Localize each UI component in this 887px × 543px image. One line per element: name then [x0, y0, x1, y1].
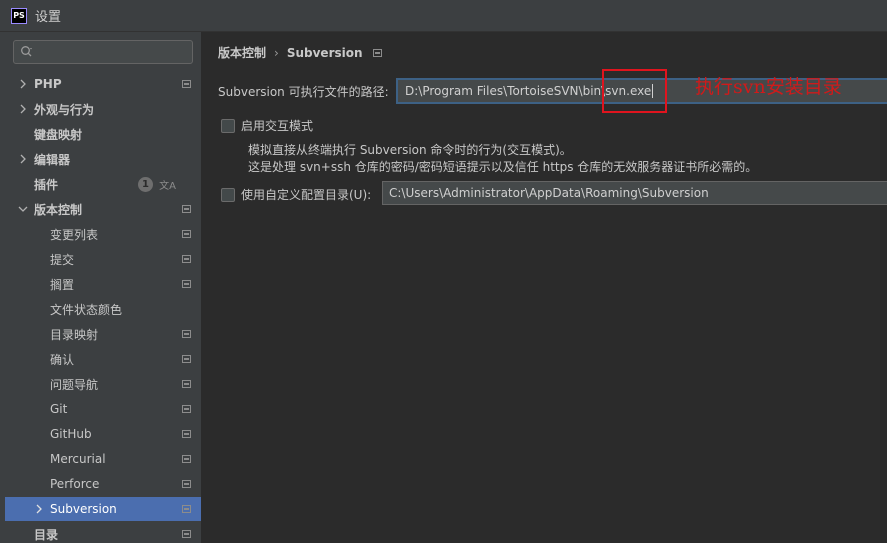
sidebar-item-file-status-colors[interactable]: 文件状态颜色: [5, 297, 201, 321]
custom-config-row[interactable]: 使用自定义配置目录(U):: [221, 186, 371, 203]
annotation-text: 执行svn安装目录: [695, 76, 842, 98]
project-scope-icon: [372, 48, 382, 57]
sidebar-item-git[interactable]: Git: [5, 397, 201, 421]
breadcrumb-separator: ›: [274, 45, 279, 60]
sidebar-item-directory-mappings[interactable]: 目录映射: [5, 322, 201, 346]
project-scope-icon: [182, 255, 191, 263]
project-scope-icon: [182, 505, 191, 513]
sidebar-item-label: 外观与行为: [34, 102, 95, 117]
sidebar-item-label: Mercurial: [50, 452, 106, 466]
sidebar-item-label: 插件: [34, 177, 59, 192]
sidebar-item-label: 键盘映射: [34, 127, 83, 142]
sidebar-item-editor[interactable]: 编辑器: [5, 147, 201, 171]
sidebar-item-label: 问题导航: [50, 377, 99, 392]
custom-config-checkbox[interactable]: [221, 187, 235, 202]
sidebar-item-label: Perforce: [50, 477, 100, 491]
project-scope-icon: [182, 455, 191, 463]
sidebar-item-perforce[interactable]: Perforce: [5, 472, 201, 496]
sidebar-item-label: 目录: [34, 527, 59, 542]
sidebar-item-github[interactable]: GitHub: [5, 422, 201, 446]
sidebar-item-plugins[interactable]: 插件 1 文A: [5, 172, 201, 196]
custom-config-label: 使用自定义配置目录(U):: [241, 188, 372, 202]
title-bar: PS 设置: [0, 0, 887, 32]
project-scope-icon: [182, 280, 191, 288]
interactive-mode-label: 启用交互模式: [241, 119, 314, 133]
sidebar-item-label: PHP: [34, 77, 62, 91]
project-scope-icon: [182, 205, 191, 213]
phpstorm-app-icon: PS: [11, 7, 27, 24]
sidebar-item-label: 版本控制: [34, 202, 83, 217]
sidebar-item-version-control[interactable]: 版本控制: [5, 197, 201, 221]
sidebar-item-label: 变更列表: [50, 227, 99, 242]
interactive-mode-checkbox[interactable]: [221, 118, 235, 133]
sidebar-item-mercurial[interactable]: Mercurial: [5, 447, 201, 471]
sidebar-item-changelists[interactable]: 变更列表: [5, 222, 201, 246]
search-icon: [17, 42, 37, 62]
chevron-right-icon[interactable]: [18, 104, 28, 114]
custom-config-value: C:\Users\Administrator\AppData\Roaming\S…: [389, 186, 709, 200]
interactive-mode-description-1: 模拟直接从终端执行 Subversion 命令时的行为(交互模式)。: [248, 143, 572, 157]
sidebar-item-label: Subversion: [50, 502, 117, 516]
sidebar-item-label: 提交: [50, 252, 75, 267]
interactive-mode-description-2: 这是处理 svn+ssh 仓库的密码/密码短语提示以及信任 https 仓库的无…: [248, 160, 758, 174]
translate-icon: 文A: [159, 180, 176, 192]
sidebar-item-label: 搁置: [50, 277, 75, 292]
project-scope-icon: [182, 405, 191, 413]
project-scope-icon: [182, 480, 191, 488]
sidebar-item-label: 编辑器: [34, 152, 71, 167]
interactive-mode-row[interactable]: 启用交互模式: [221, 117, 313, 134]
window-title: 设置: [35, 10, 62, 25]
breadcrumb-current: Subversion: [286, 45, 363, 60]
breadcrumb-parent[interactable]: 版本控制: [218, 44, 266, 61]
settings-content-panel: 版本控制 › Subversion Subversion 可执行文件的路径: D…: [201, 32, 887, 543]
sidebar-item-label: 确认: [50, 352, 75, 367]
settings-sidebar: PHP 外观与行为 键盘映射 编辑器 插件 1 文A 版本控制 变更列表 提交 …: [0, 32, 201, 543]
project-scope-icon: [182, 380, 191, 388]
sidebar-item-confirmation[interactable]: 确认: [5, 347, 201, 371]
project-scope-icon: [182, 230, 191, 238]
project-scope-icon: [182, 530, 191, 538]
sidebar-item-label: GitHub: [50, 427, 92, 441]
sidebar-item-commit[interactable]: 提交: [5, 247, 201, 271]
custom-config-input[interactable]: C:\Users\Administrator\AppData\Roaming\S…: [382, 181, 887, 205]
chevron-right-icon[interactable]: [34, 504, 44, 514]
settings-search-input[interactable]: [13, 40, 193, 64]
sidebar-item-issue-navigation[interactable]: 问题导航: [5, 372, 201, 396]
sidebar-item-label: Git: [50, 402, 68, 416]
sidebar-item-appearance[interactable]: 外观与行为: [5, 97, 201, 121]
breadcrumb: 版本控制 › Subversion: [218, 44, 382, 61]
chevron-down-icon[interactable]: [18, 204, 28, 214]
project-scope-icon: [182, 430, 191, 438]
sidebar-item-subversion[interactable]: Subversion: [5, 497, 201, 521]
svn-path-label: Subversion 可执行文件的路径:: [218, 85, 389, 99]
sidebar-item-php[interactable]: PHP: [5, 72, 201, 96]
sidebar-item-shelf[interactable]: 搁置: [5, 272, 201, 296]
annotation-highlight-box: [602, 69, 667, 113]
update-count-badge: 1: [138, 176, 153, 192]
chevron-right-icon[interactable]: [18, 154, 28, 164]
sidebar-item-label: 目录映射: [50, 327, 99, 342]
sidebar-item-directories[interactable]: 目录: [5, 522, 201, 543]
project-scope-icon: [182, 80, 191, 88]
sidebar-item-keymap[interactable]: 键盘映射: [5, 122, 201, 146]
project-scope-icon: [182, 330, 191, 338]
chevron-right-icon[interactable]: [18, 79, 28, 89]
sidebar-item-label: 文件状态颜色: [50, 302, 123, 317]
project-scope-icon: [182, 355, 191, 363]
